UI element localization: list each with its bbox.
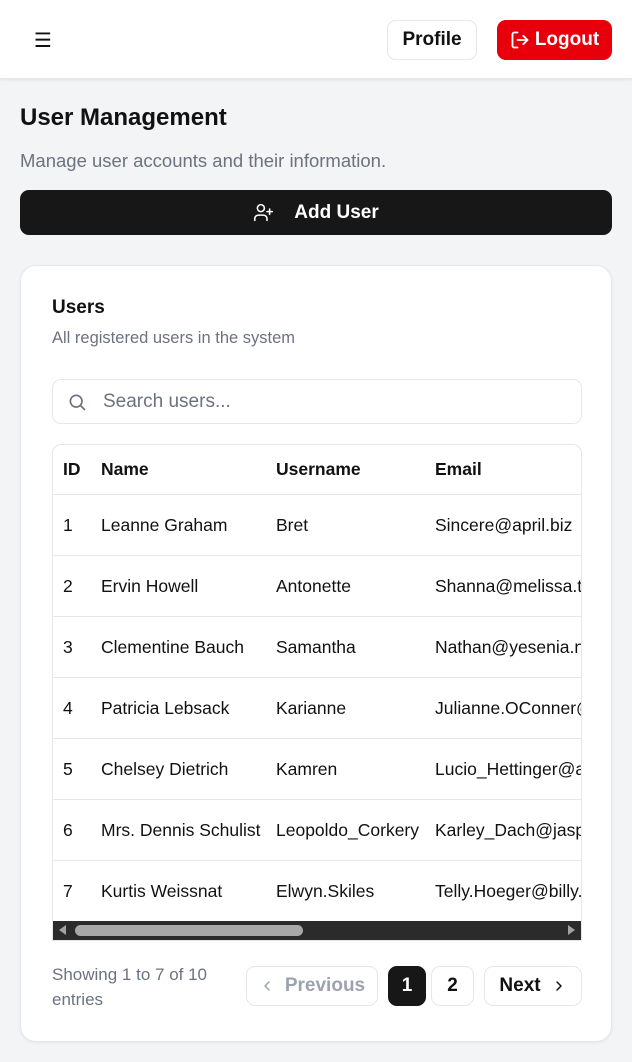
cell-id: 4 <box>63 697 73 718</box>
logout-button[interactable]: Logout <box>497 20 612 60</box>
cell-id: 5 <box>63 758 73 779</box>
scroll-left-arrow-icon[interactable] <box>59 925 66 935</box>
card-title: Users <box>52 297 105 318</box>
profile-button[interactable]: Profile <box>387 20 477 60</box>
next-button-label: Next <box>499 975 541 996</box>
cell-id: 1 <box>63 514 73 535</box>
previous-button-label: Previous <box>284 975 366 996</box>
chevron-right-icon <box>555 981 562 991</box>
card-description: All registered users in the system <box>52 329 296 347</box>
cell-name: Chelsey Dietrich <box>101 758 229 779</box>
previous-page-button[interactable]: Previous <box>246 966 378 1006</box>
table-row: 4 Patricia Lebsack Karianne Julianne.OCo… <box>53 678 581 739</box>
cell-name: Mrs. Dennis Schulist <box>101 819 261 840</box>
add-user-button[interactable]: Add User <box>20 190 612 235</box>
page-button-2[interactable]: 2 <box>431 966 474 1006</box>
table-row: 1 Leanne Graham Bret Sincere@april.biz <box>53 495 581 556</box>
add-user-button-label: Add User <box>294 201 379 223</box>
users-card: Users All registered users in the system… <box>20 265 612 1042</box>
cell-id: 2 <box>63 575 73 596</box>
profile-button-label: Profile <box>402 29 462 50</box>
cell-email: Shanna@melissa.tv <box>435 575 582 596</box>
cell-username: Kamren <box>276 758 338 779</box>
table-row: 3 Clementine Bauch Samantha Nathan@yesen… <box>53 617 581 678</box>
logout-button-label: Logout <box>534 29 600 50</box>
cell-name: Clementine Bauch <box>101 636 244 657</box>
hamburger-menu-icon[interactable]: ☰ <box>28 25 58 55</box>
column-header-email: Email <box>435 459 482 479</box>
table-row: 6 Mrs. Dennis Schulist Leopoldo_Corkery … <box>53 800 581 861</box>
cell-email: Julianne.OConner@kory.org <box>435 697 581 718</box>
cell-email: Telly.Hoeger@billy.biz <box>435 880 582 901</box>
cell-username: Antonette <box>276 575 351 596</box>
column-header-name: Name <box>101 459 149 479</box>
table-row: 5 Chelsey Dietrich Kamren Lucio_Hettinge… <box>53 739 581 800</box>
horizontal-scrollbar[interactable] <box>53 921 581 940</box>
cell-name: Leanne Graham <box>101 514 228 535</box>
search-input[interactable] <box>103 380 573 423</box>
users-table: ID Name Username Email 1 Leanne Graham B… <box>52 444 582 941</box>
page-subtitle: Manage user accounts and their informati… <box>20 150 387 171</box>
top-navbar: ☰ Profile Logout <box>0 0 632 79</box>
search-icon <box>69 394 86 411</box>
table-header-row: ID Name Username Email <box>53 445 581 495</box>
page-button-1[interactable]: 1 <box>388 966 426 1006</box>
cell-username: Elwyn.Skiles <box>276 880 375 901</box>
cell-id: 7 <box>63 880 73 901</box>
users-table-body: ID Name Username Email 1 Leanne Graham B… <box>53 445 582 922</box>
cell-name: Ervin Howell <box>101 575 199 596</box>
cell-email: Sincere@april.biz <box>435 514 573 535</box>
search-box <box>52 379 582 424</box>
cell-username: Bret <box>276 514 309 535</box>
cell-id: 6 <box>63 819 73 840</box>
cell-email: Karley_Dach@jasper.info <box>435 819 581 840</box>
page-number-label: 2 <box>447 975 458 996</box>
cell-email: Lucio_Hettinger@annie.ca <box>435 758 581 779</box>
table-row: 7 Kurtis Weissnat Elwyn.Skiles Telly.Hoe… <box>53 861 582 922</box>
chevron-left-icon <box>264 981 270 991</box>
cell-name: Patricia Lebsack <box>101 697 230 718</box>
page-number-label: 1 <box>401 975 413 996</box>
scrollbar-thumb[interactable] <box>75 925 303 936</box>
logout-icon <box>511 31 529 49</box>
cell-username: Leopoldo_Corkery <box>276 819 420 840</box>
column-header-username: Username <box>276 459 361 479</box>
page-title: User Management <box>20 104 227 131</box>
cell-email: Nathan@yesenia.net <box>435 636 581 657</box>
cell-username: Karianne <box>276 697 347 718</box>
table-row: 2 Ervin Howell Antonette Shanna@melissa.… <box>53 556 582 617</box>
user-plus-icon <box>254 203 274 222</box>
next-page-button[interactable]: Next <box>484 966 582 1006</box>
cell-name: Kurtis Weissnat <box>101 880 223 901</box>
cell-id: 3 <box>63 636 73 657</box>
cell-username: Samantha <box>276 636 356 657</box>
scroll-right-arrow-icon[interactable] <box>568 925 575 935</box>
pagination-summary: Showing 1 to 7 of 10 entries <box>52 965 208 1009</box>
column-header-id: ID <box>63 459 81 479</box>
